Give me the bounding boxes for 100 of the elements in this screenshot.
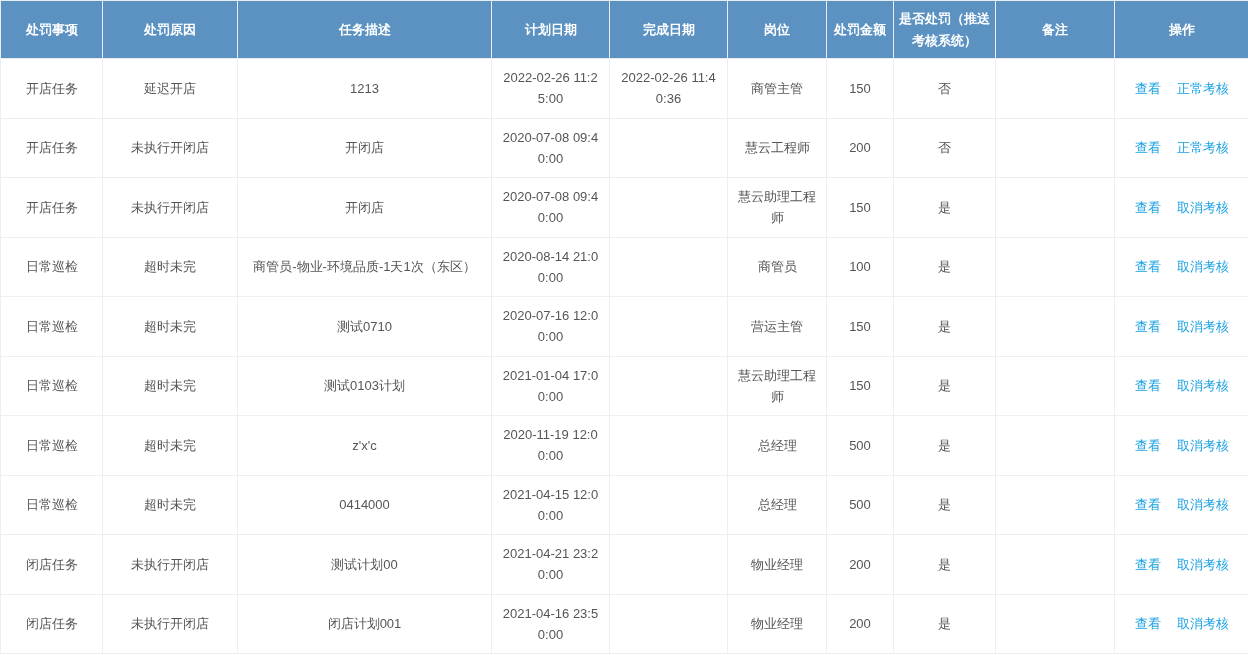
column-header: 处罚原因 bbox=[144, 21, 196, 37]
table-cell: 闭店任务 bbox=[25, 616, 78, 632]
table-cell: 2022-02-26 11:25:00 bbox=[503, 70, 598, 107]
table-cell: 物业经理 bbox=[751, 616, 803, 632]
table-cell: 总经理 bbox=[757, 497, 797, 513]
column-header: 岗位 bbox=[764, 21, 790, 37]
column-header: 任务描述 bbox=[338, 21, 391, 37]
table-cell: 是 bbox=[938, 378, 951, 394]
table-cell: 商管员 bbox=[757, 259, 797, 275]
table-cell: 150 bbox=[849, 378, 871, 394]
table-cell: 测试0710 bbox=[337, 318, 392, 334]
table-cell: 未执行开闭店 bbox=[131, 556, 209, 572]
action-link[interactable]: 查看 bbox=[1134, 197, 1161, 217]
table-cell: 是 bbox=[938, 259, 951, 275]
table-cell: 是 bbox=[938, 318, 951, 334]
action-link[interactable]: 取消考核 bbox=[1176, 554, 1229, 574]
action-link[interactable]: 查看 bbox=[1134, 138, 1161, 158]
action-link[interactable]: 正常考核 bbox=[1176, 78, 1229, 98]
table-cell: 150 bbox=[849, 318, 871, 334]
table-cell: 是 bbox=[938, 199, 951, 215]
table-cell: 否 bbox=[938, 80, 951, 96]
table-cell: 商管主管 bbox=[751, 80, 803, 96]
table-cell: 2021-01-04 17:00:00 bbox=[502, 367, 599, 404]
table-cell: 日常巡检 bbox=[25, 437, 78, 453]
table-cell: 开店任务 bbox=[25, 80, 78, 96]
table-cell: 1213 bbox=[350, 80, 379, 96]
table-cell: 2020-07-08 09:40:00 bbox=[502, 189, 599, 226]
action-link[interactable]: 查看 bbox=[1134, 316, 1161, 336]
table-cell: 超时未完 bbox=[144, 497, 196, 513]
table-cell: 2022-02-26 11:40:36 bbox=[621, 70, 716, 107]
table-cell: 慧云工程师 bbox=[744, 140, 810, 156]
action-link[interactable]: 查看 bbox=[1134, 257, 1161, 277]
action-link[interactable]: 查看 bbox=[1134, 614, 1161, 634]
table-cell: 0414000 bbox=[339, 497, 390, 513]
table-cell: 超时未完 bbox=[144, 378, 196, 394]
table-cell: 物业经理 bbox=[751, 556, 803, 572]
table-cell: 延迟开店 bbox=[144, 80, 196, 96]
table-cell: 测试0103计划 bbox=[324, 378, 405, 394]
table-cell: 日常巡检 bbox=[25, 259, 78, 275]
table-cell: 开闭店 bbox=[345, 140, 384, 156]
action-link[interactable]: 取消考核 bbox=[1176, 197, 1229, 217]
table-cell: 超时未完 bbox=[144, 259, 196, 275]
table-cell: 商管员-物业-环境品质-1天1次（东区） bbox=[253, 259, 476, 275]
table-cell: 否 bbox=[938, 140, 951, 156]
action-link[interactable]: 取消考核 bbox=[1176, 614, 1229, 634]
table-cell: 未执行开闭店 bbox=[131, 616, 209, 632]
table-cell: 开店任务 bbox=[25, 140, 78, 156]
action-link[interactable]: 查看 bbox=[1134, 78, 1161, 98]
table-cell: 闭店计划001 bbox=[327, 616, 402, 632]
table-cell: 开闭店 bbox=[345, 199, 384, 215]
table-cell: 闭店任务 bbox=[25, 556, 78, 572]
column-header: 操作 bbox=[1168, 21, 1195, 37]
table-cell: 超时未完 bbox=[144, 437, 196, 453]
table-cell: 500 bbox=[849, 437, 871, 453]
column-header: 计划日期 bbox=[524, 21, 577, 37]
table-cell: 开店任务 bbox=[25, 199, 78, 215]
action-link[interactable]: 查看 bbox=[1134, 554, 1161, 574]
table-cell: 150 bbox=[849, 80, 871, 96]
table-cell: 未执行开闭店 bbox=[131, 199, 209, 215]
table-cell: 是 bbox=[938, 556, 951, 572]
table-cell: 200 bbox=[849, 140, 871, 156]
column-header: 处罚金额 bbox=[834, 21, 886, 37]
action-link[interactable]: 取消考核 bbox=[1176, 495, 1229, 515]
table-cell: 200 bbox=[849, 556, 871, 572]
table-cell: 150 bbox=[849, 199, 871, 215]
table-cell: 总经理 bbox=[757, 437, 797, 453]
column-header: 是否处罚（推送考核系统） bbox=[899, 10, 990, 48]
action-link[interactable]: 查看 bbox=[1134, 495, 1161, 515]
table-cell: 2020-07-16 12:00:00 bbox=[502, 308, 599, 345]
table-cell: 超时未完 bbox=[144, 318, 196, 334]
table-cell: 测试计划00 bbox=[331, 556, 398, 572]
table-cell: 是 bbox=[938, 437, 951, 453]
table-cell: 慧云助理工程师 bbox=[738, 367, 816, 404]
table-cell: 日常巡检 bbox=[25, 318, 78, 334]
action-link[interactable]: 取消考核 bbox=[1176, 316, 1229, 336]
table-cell: 2021-04-15 12:00:00 bbox=[502, 486, 599, 523]
table-cell: 2020-07-08 09:40:00 bbox=[502, 129, 599, 166]
action-link[interactable]: 查看 bbox=[1134, 435, 1161, 455]
table-cell: 是 bbox=[938, 616, 951, 632]
table-cell: 慧云助理工程师 bbox=[738, 189, 816, 226]
table-cell: 200 bbox=[849, 616, 871, 632]
action-link[interactable]: 正常考核 bbox=[1176, 138, 1229, 158]
table-cell: 2020-08-14 21:00:00 bbox=[502, 248, 599, 285]
action-link[interactable]: 取消考核 bbox=[1176, 257, 1229, 277]
column-header: 备注 bbox=[1042, 21, 1068, 37]
table-cell: 日常巡检 bbox=[25, 497, 78, 513]
table-cell: z'x'c bbox=[352, 437, 377, 453]
column-header: 处罚事项 bbox=[25, 21, 78, 37]
action-link[interactable]: 查看 bbox=[1134, 376, 1161, 396]
table-cell: 未执行开闭店 bbox=[131, 140, 209, 156]
table-cell: 是 bbox=[938, 497, 951, 513]
column-header: 完成日期 bbox=[642, 21, 695, 37]
action-link[interactable]: 取消考核 bbox=[1176, 435, 1229, 455]
table-cell: 日常巡检 bbox=[25, 378, 78, 394]
table-cell: 2021-04-16 23:50:00 bbox=[502, 605, 599, 642]
action-link[interactable]: 取消考核 bbox=[1176, 376, 1229, 396]
table-cell: 100 bbox=[849, 259, 871, 275]
table-cell: 2021-04-21 23:20:00 bbox=[502, 546, 599, 583]
table-cell: 500 bbox=[849, 497, 871, 513]
table-cell: 营运主管 bbox=[751, 318, 803, 334]
